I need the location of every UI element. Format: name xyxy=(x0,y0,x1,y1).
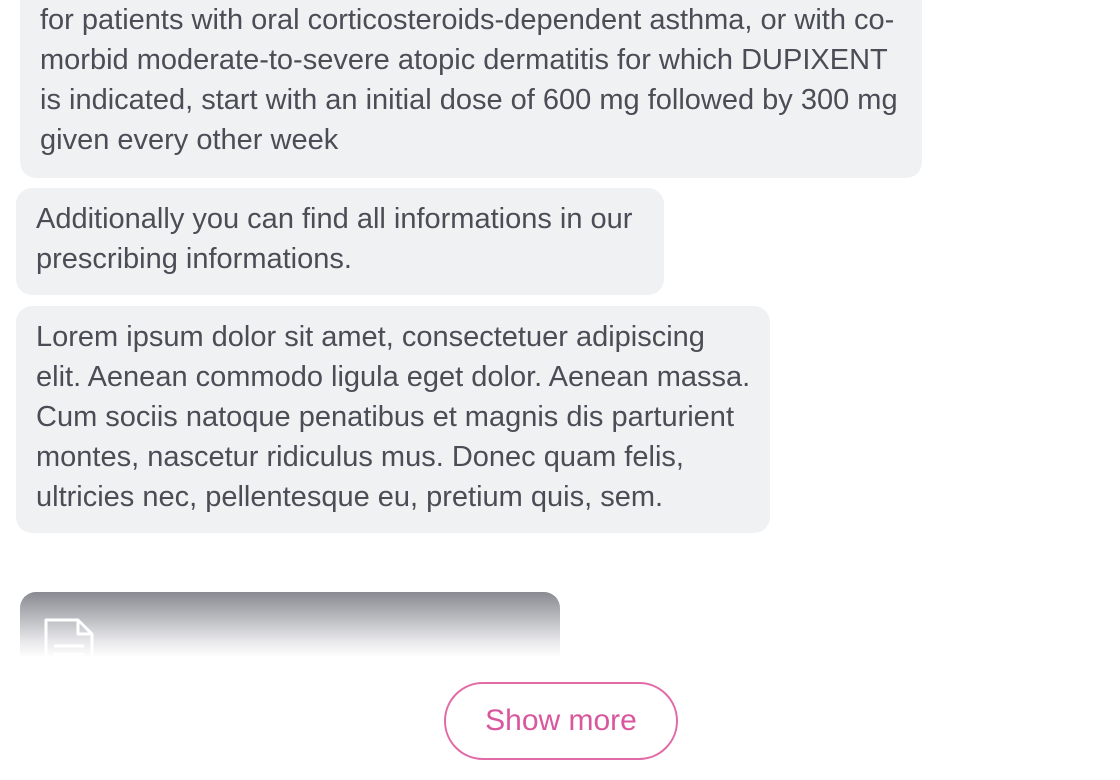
chat-viewport: for patients with oral corticosteroids-d… xyxy=(0,0,1120,780)
message-bubble: Lorem ipsum dolor sit amet, consectetuer… xyxy=(16,306,770,533)
show-more-button[interactable]: Show more xyxy=(444,682,678,760)
message-bubble: for patients with oral corticosteroids-d… xyxy=(20,0,922,178)
message-text: for patients with oral corticosteroids-d… xyxy=(40,4,898,156)
message-text: Lorem ipsum dolor sit amet, consectetuer… xyxy=(36,321,751,513)
show-more-label: Show more xyxy=(485,704,637,737)
message-bubble: Additionally you can find all informatio… xyxy=(16,188,664,295)
message-text: Additionally you can find all informatio… xyxy=(36,203,633,275)
